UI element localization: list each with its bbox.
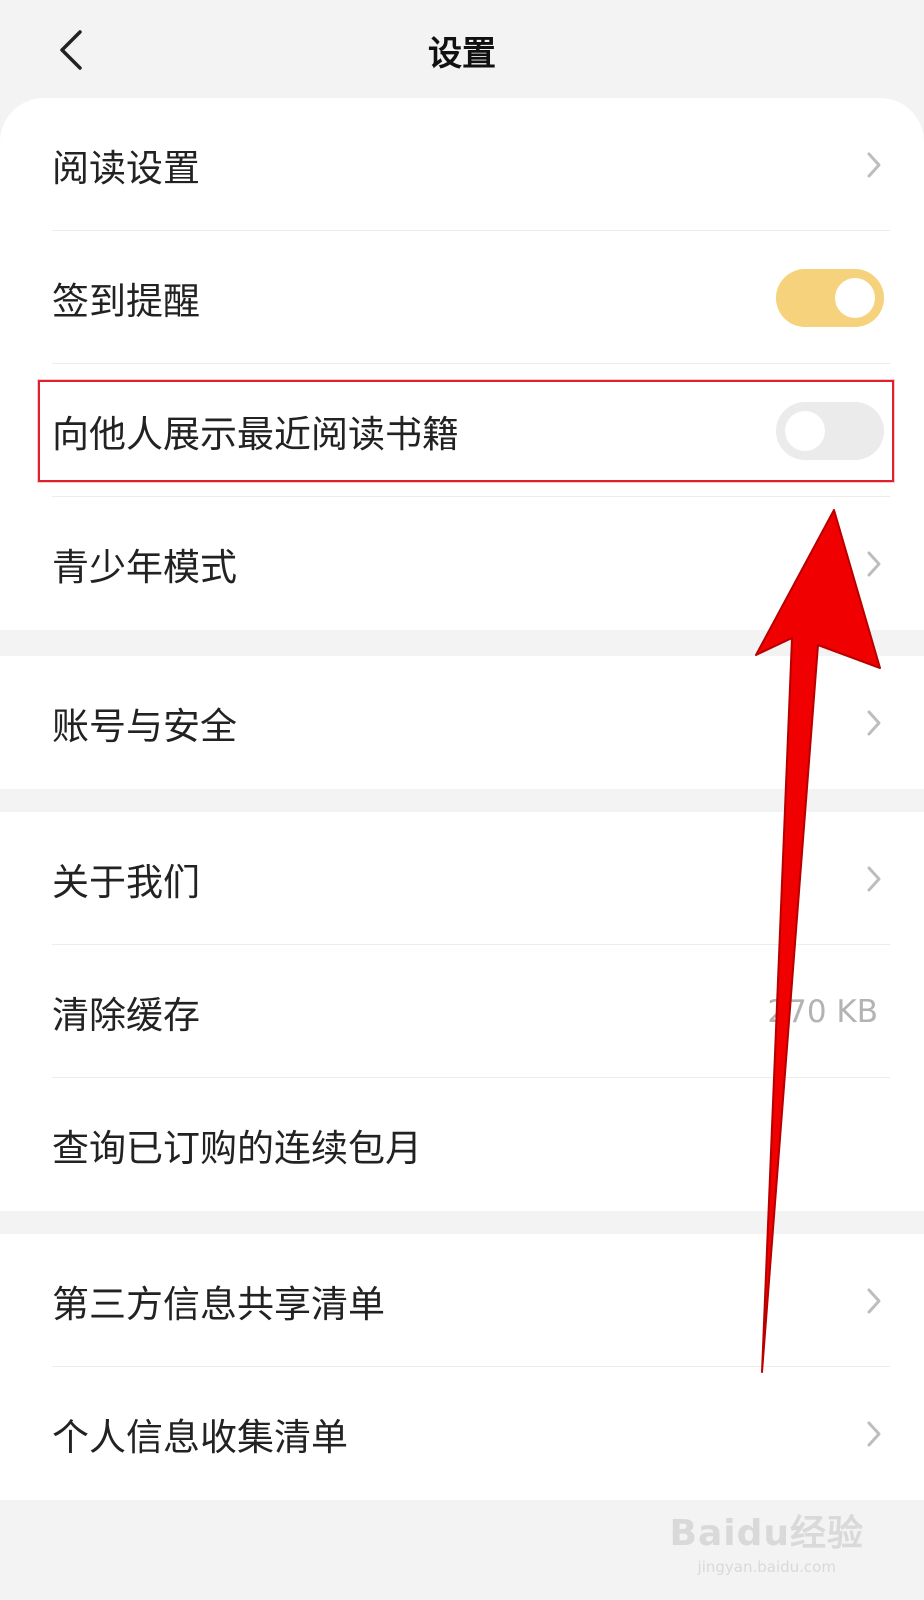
row-label: 青少年模式 <box>52 545 237 589</box>
chevron-right-icon <box>867 866 881 891</box>
row-label: 关于我们 <box>52 860 200 904</box>
row-label: 账号与安全 <box>52 704 237 748</box>
header: 设置 <box>0 0 924 100</box>
chevron-right-icon <box>867 152 881 177</box>
row-label: 签到提醒 <box>52 279 200 323</box>
subscription-query-row[interactable]: 查询已订购的连续包月 <box>0 1078 924 1211</box>
chevron-right-icon <box>867 1288 881 1313</box>
teen-mode-row[interactable]: 青少年模式 <box>0 497 924 630</box>
checkin-reminder-toggle[interactable] <box>776 268 884 327</box>
account-security-row[interactable]: 账号与安全 <box>0 656 924 789</box>
toggle-knob <box>835 277 875 318</box>
clear-cache-row[interactable]: 清除缓存 270 KB <box>0 945 924 1078</box>
row-label: 向他人展示最近阅读书籍 <box>52 412 459 456</box>
row-label: 查询已订购的连续包月 <box>52 1126 422 1170</box>
reading-settings-row[interactable]: 阅读设置 <box>0 98 924 231</box>
personal-info-collection-row[interactable]: 个人信息收集清单 <box>0 1367 924 1500</box>
checkin-reminder-row: 签到提醒 <box>0 231 924 364</box>
row-label: 阅读设置 <box>52 146 200 190</box>
third-party-sharing-row[interactable]: 第三方信息共享清单 <box>0 1234 924 1367</box>
toggle-knob <box>785 410 825 451</box>
chevron-right-icon <box>867 710 881 735</box>
settings-group-about: 关于我们 清除缓存 270 KB 查询已订购的连续包月 <box>0 812 924 1211</box>
settings-group-general: 阅读设置 签到提醒 向他人展示最近阅读书籍 青少年模式 <box>0 98 924 630</box>
watermark: Baidu经验 jingyan.baidu.com <box>670 1504 864 1576</box>
show-recent-reading-row: 向他人展示最近阅读书籍 <box>0 364 924 497</box>
settings-group-account: 账号与安全 <box>0 656 924 789</box>
row-label: 清除缓存 <box>52 993 200 1037</box>
watermark-logo: Baidu经验 <box>669 1513 864 1554</box>
row-label: 个人信息收集清单 <box>52 1415 348 1459</box>
cache-size-value: 270 KB <box>767 993 878 1030</box>
about-us-row[interactable]: 关于我们 <box>0 812 924 945</box>
page-title: 设置 <box>428 34 496 74</box>
show-recent-reading-toggle[interactable] <box>776 401 884 460</box>
settings-group-privacy: 第三方信息共享清单 个人信息收集清单 <box>0 1234 924 1500</box>
chevron-right-icon <box>867 551 881 576</box>
chevron-right-icon <box>867 1421 881 1446</box>
row-label: 第三方信息共享清单 <box>52 1282 385 1326</box>
watermark-url: jingyan.baidu.com <box>697 1558 836 1576</box>
